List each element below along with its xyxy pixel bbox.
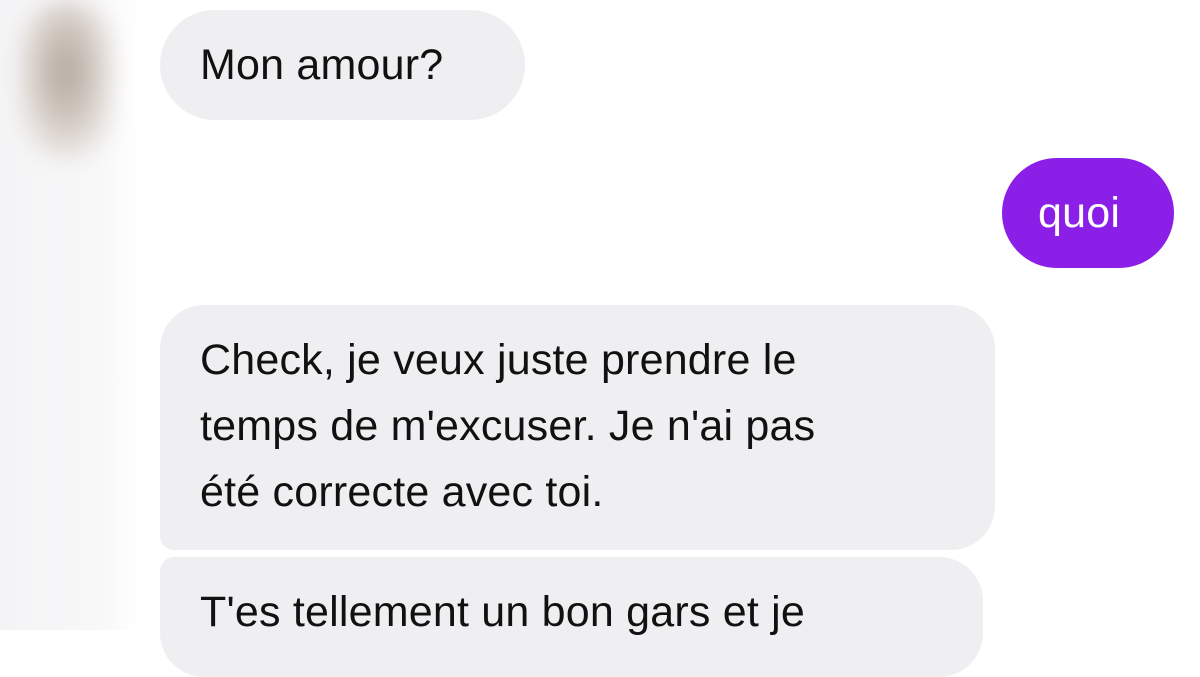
incoming-message-bubble[interactable]: Check, je veux juste prendre le temps de… (160, 305, 995, 550)
outgoing-message-bubble[interactable]: quoi (1002, 158, 1174, 268)
message-thread: Mon amour? quoi Check, je veux juste pre… (0, 0, 1200, 677)
incoming-message-bubble[interactable]: T'es tellement un bon gars et je (160, 557, 983, 677)
incoming-message-bubble[interactable]: Mon amour? (160, 10, 525, 120)
